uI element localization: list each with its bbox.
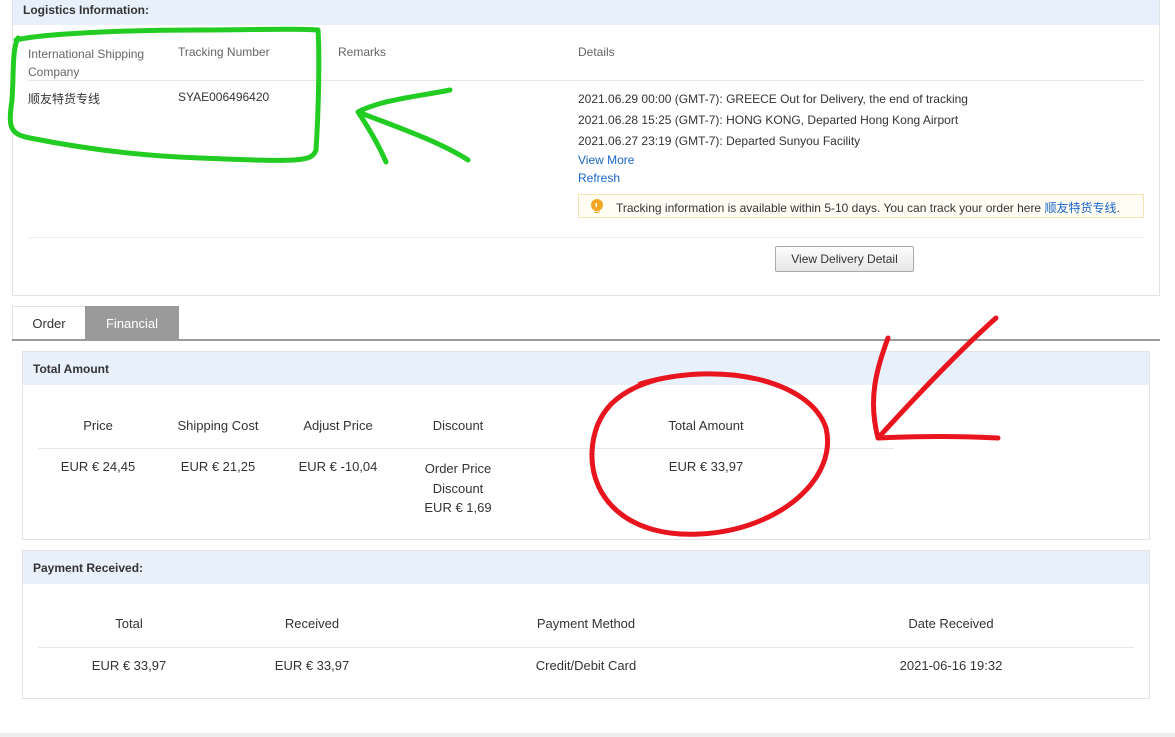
payment-received-value: EUR € 33,97 — [274, 658, 350, 673]
total-amount-value: EUR € 33,97 — [668, 459, 744, 474]
tab-financial[interactable]: Financial — [85, 306, 179, 340]
tracking-event: 2021.06.27 23:19 (GMT-7): Departed Sunyo… — [578, 134, 861, 148]
payment-received-heading: Payment Received: — [33, 561, 144, 575]
col-header-total-amount: Total Amount — [668, 418, 744, 433]
logistics-header: Logistics Information: — [13, 0, 1159, 25]
view-more-link[interactable]: View More — [578, 153, 634, 167]
total-amount-panel: Total Amount — [22, 351, 1150, 540]
tracking-notice: Tracking information is available within… — [578, 194, 1144, 218]
divider — [38, 448, 894, 449]
col-header-total: Total — [115, 616, 143, 631]
col-header-remarks: Remarks — [338, 45, 387, 59]
discount-value: Order Price Discount EUR € 1,69 — [424, 461, 492, 515]
tracking-event: 2021.06.28 15:25 (GMT-7): HONG KONG, Dep… — [578, 113, 959, 127]
carrier-tracking-link[interactable]: 顺友特货专线 — [1044, 201, 1116, 215]
col-header-date-received: Date Received — [908, 616, 994, 631]
date-received-value: 2021-06-16 19:32 — [899, 658, 1003, 673]
col-header-price: Price — [83, 418, 113, 433]
total-amount-header: Total Amount — [23, 352, 1149, 385]
page-bottom-border — [0, 733, 1175, 737]
shipping-company-value: 顺友特货专线 — [28, 92, 101, 106]
tab-order[interactable]: Order — [12, 306, 86, 340]
shipping-cost-value: EUR € 21,25 — [180, 459, 256, 474]
tracking-number-value: SYAE006496420 — [178, 90, 270, 104]
col-header-received: Received — [284, 616, 340, 631]
payment-total-value: EUR € 33,97 — [91, 658, 167, 673]
tracking-event: 2021.06.29 00:00 (GMT-7): GREECE Out for… — [578, 92, 968, 106]
divider — [28, 237, 1144, 238]
col-header-tracking-number: Tracking Number — [178, 45, 270, 59]
col-header-details: Details — [578, 45, 615, 59]
col-header-discount: Discount — [432, 418, 484, 433]
logistics-heading: Logistics Information: — [23, 3, 149, 17]
divider — [28, 80, 1144, 81]
col-header-payment-method: Payment Method — [536, 616, 636, 631]
col-header-shipping-company: International Shipping Company — [28, 47, 145, 79]
payment-received-header: Payment Received: — [23, 551, 1149, 584]
adjust-price-value: EUR € -10,04 — [298, 459, 378, 474]
col-header-shipping-cost: Shipping Cost — [177, 418, 259, 433]
tab-bar-underline — [12, 339, 1160, 341]
price-value: EUR € 24,45 — [60, 459, 136, 474]
view-delivery-detail-button[interactable]: View Delivery Detail — [775, 246, 914, 272]
lightbulb-icon — [590, 199, 604, 215]
refresh-link[interactable]: Refresh — [578, 171, 620, 185]
col-header-adjust-price: Adjust Price — [303, 418, 373, 433]
total-amount-heading: Total Amount — [33, 362, 109, 376]
tracking-notice-text: Tracking information is available within… — [616, 201, 1120, 215]
payment-method-value: Credit/Debit Card — [535, 658, 637, 673]
divider — [38, 647, 1134, 648]
